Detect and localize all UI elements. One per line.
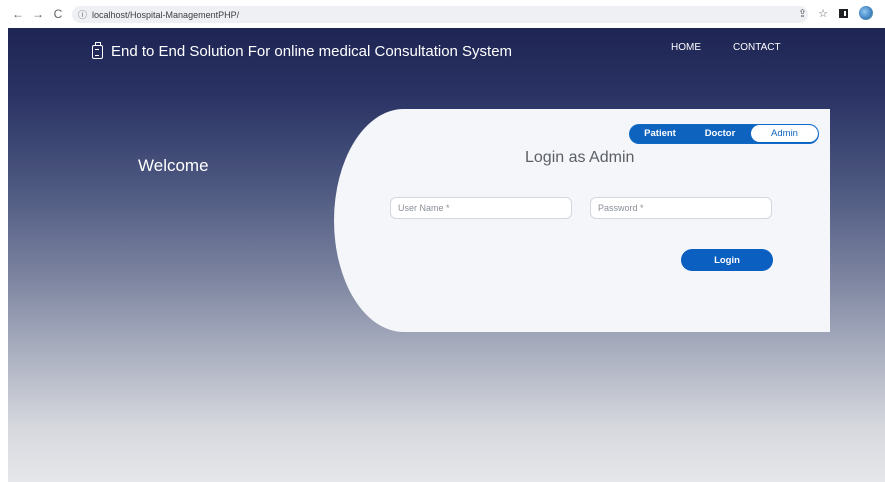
info-icon[interactable]: ⓘ	[78, 8, 87, 21]
address-url: localhost/Hospital-ManagementPHP/	[92, 9, 240, 20]
main-nav: HOME CONTACT	[671, 42, 781, 53]
share-icon[interactable]: ⇪	[798, 7, 807, 20]
tab-doctor[interactable]: Doctor	[690, 125, 750, 142]
site-title: End to End Solution For online medical C…	[111, 43, 513, 60]
login-button[interactable]: Login	[681, 249, 773, 271]
forward-icon[interactable]: →	[30, 6, 46, 22]
sidepanel-icon[interactable]	[839, 8, 848, 18]
browser-toolbar: ← → C ⓘ localhost/Hospital-ManagementPHP…	[0, 0, 885, 28]
page-background: End to End Solution For online medical C…	[8, 28, 885, 482]
star-icon[interactable]: ☆	[818, 7, 828, 20]
welcome-text: Welcome	[138, 156, 209, 175]
username-input[interactable]	[390, 197, 572, 219]
hospital-icon	[92, 41, 103, 59]
tab-patient[interactable]: Patient	[630, 125, 690, 142]
site-brand[interactable]: End to End Solution For online medical C…	[92, 41, 513, 60]
password-input[interactable]	[590, 197, 772, 219]
nav-home[interactable]: HOME	[671, 42, 701, 53]
nav-contact[interactable]: CONTACT	[733, 42, 781, 53]
login-card: Patient Doctor Admin Login as Admin Logi…	[334, 109, 830, 332]
role-toggle: Patient Doctor Admin	[629, 124, 819, 144]
address-bar[interactable]: ⓘ localhost/Hospital-ManagementPHP/	[72, 6, 808, 23]
reload-icon[interactable]: C	[50, 6, 66, 22]
back-icon[interactable]: ←	[10, 6, 26, 22]
profile-icon[interactable]	[859, 6, 873, 20]
login-title: Login as Admin	[525, 149, 635, 166]
tab-admin[interactable]: Admin	[751, 125, 818, 142]
